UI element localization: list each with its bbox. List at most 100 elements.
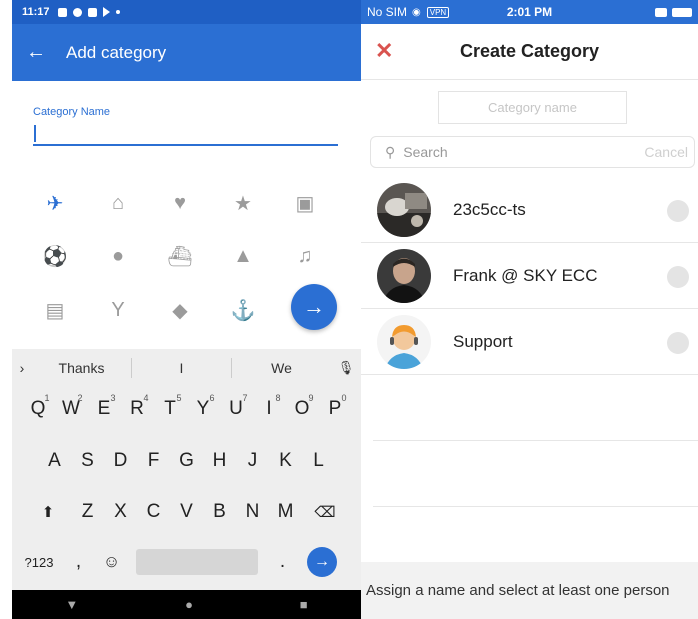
close-icon[interactable]: ✕ bbox=[375, 38, 393, 64]
diamond-icon[interactable]: ◆ bbox=[162, 292, 198, 328]
status-time: 11:17 bbox=[22, 6, 50, 18]
keyboard: › Thanks I We 🎙 Q1 W2 E3 R4 T5 Y6 U7 I8 … bbox=[12, 349, 361, 590]
category-name-input[interactable] bbox=[33, 122, 338, 146]
key-row-1: Q1 W2 E3 R4 T5 Y6 U7 I8 O9 P0 bbox=[12, 389, 361, 429]
contact-row[interactable]: Frank @ SKY ECC bbox=[361, 243, 698, 309]
comma-key[interactable]: , bbox=[62, 542, 95, 582]
cocktail-icon[interactable]: Y bbox=[100, 292, 136, 328]
select-radio[interactable] bbox=[667, 266, 689, 288]
suggestion-2[interactable]: I bbox=[132, 360, 231, 376]
home-nav-icon[interactable]: ● bbox=[185, 597, 193, 612]
page-title: Create Category bbox=[459, 41, 600, 61]
android-screen: 11:17 ∞ ▼ ← Add category Category Name ✈ bbox=[0, 0, 361, 619]
briefcase-icon[interactable]: ▣ bbox=[287, 185, 323, 221]
key-d[interactable]: D bbox=[104, 441, 137, 481]
period-key[interactable]: . bbox=[266, 542, 299, 582]
baseball-icon[interactable]: ● bbox=[100, 238, 136, 274]
select-radio[interactable] bbox=[667, 332, 689, 354]
category-name-label: Category Name bbox=[33, 106, 111, 118]
text-caret bbox=[34, 125, 36, 142]
key-u[interactable]: U7 bbox=[220, 389, 253, 429]
avatar bbox=[377, 314, 431, 369]
key-i[interactable]: I8 bbox=[253, 389, 286, 429]
cancel-button[interactable]: Cancel bbox=[644, 144, 688, 160]
key-f[interactable]: F bbox=[137, 441, 170, 481]
footer-hint: Assign a name and select at least one pe… bbox=[361, 562, 698, 619]
suggestion-1[interactable]: Thanks bbox=[32, 360, 131, 376]
contact-row[interactable]: 23c5cc-ts bbox=[361, 177, 698, 243]
arrow-right-icon: → bbox=[303, 294, 325, 319]
key-w[interactable]: W2 bbox=[55, 389, 88, 429]
key-j[interactable]: J bbox=[236, 441, 269, 481]
play-icon bbox=[102, 7, 110, 17]
suggestion-strip: › Thanks I We 🎙 bbox=[12, 349, 361, 387]
search-icon: ⚲ bbox=[385, 143, 396, 160]
sync-icon bbox=[72, 7, 82, 17]
back-nav-icon[interactable]: ▼ bbox=[65, 597, 78, 612]
space-key[interactable] bbox=[136, 549, 258, 575]
key-p[interactable]: P0 bbox=[319, 389, 352, 429]
key-t[interactable]: T5 bbox=[154, 389, 187, 429]
emoji-key[interactable]: ☺ bbox=[95, 542, 128, 582]
nav-bar: ✕ Create Category bbox=[361, 24, 698, 80]
key-z[interactable]: Z bbox=[71, 492, 104, 532]
dot-icon bbox=[115, 10, 120, 14]
soccer-icon[interactable]: ⚽ bbox=[37, 238, 73, 274]
music-icon[interactable]: ♫ bbox=[287, 238, 323, 274]
key-e[interactable]: E3 bbox=[88, 389, 121, 429]
search-bar[interactable]: ⚲ Search Cancel bbox=[370, 136, 695, 168]
ship-icon[interactable]: ⛴ bbox=[162, 238, 198, 274]
search-input[interactable]: Search bbox=[403, 144, 447, 160]
key-x[interactable]: X bbox=[104, 492, 137, 532]
key-y[interactable]: Y6 bbox=[187, 389, 220, 429]
recents-nav-icon[interactable]: ■ bbox=[300, 597, 308, 612]
key-o[interactable]: O9 bbox=[286, 389, 319, 429]
screenshot: 11:17 ∞ ▼ ← Add category Category Name ✈ bbox=[0, 0, 698, 619]
key-s[interactable]: S bbox=[71, 441, 104, 481]
key-a[interactable]: A bbox=[38, 441, 71, 481]
category-name-input[interactable]: Category name bbox=[438, 91, 627, 124]
list-divider bbox=[373, 506, 698, 507]
ios-screen: No SIM ◉ VPN 2:01 PM ✕ Create Category C… bbox=[361, 0, 698, 619]
message-icon bbox=[87, 7, 97, 17]
chevron-right-icon[interactable]: › bbox=[12, 360, 32, 376]
next-button[interactable]: → bbox=[291, 284, 337, 330]
key-g[interactable]: G bbox=[170, 441, 203, 481]
contact-row[interactable]: Support bbox=[361, 309, 698, 375]
microphone-icon[interactable]: 🎙 bbox=[331, 360, 361, 376]
star-icon[interactable]: ★ bbox=[225, 185, 261, 221]
contact-name: Support bbox=[453, 331, 513, 351]
avatar bbox=[377, 248, 431, 303]
wifi-icon: ◉ bbox=[412, 6, 421, 18]
home-icon[interactable]: ⌂ bbox=[100, 185, 136, 221]
key-b[interactable]: B bbox=[203, 492, 236, 532]
shift-key[interactable]: ⬆ bbox=[25, 492, 71, 532]
key-m[interactable]: M bbox=[269, 492, 302, 532]
heart-icon[interactable]: ♥ bbox=[162, 185, 198, 221]
battery-icon bbox=[672, 7, 692, 17]
contact-name: 23c5cc-ts bbox=[453, 199, 526, 219]
key-c[interactable]: C bbox=[137, 492, 170, 532]
contact-name: Frank @ SKY ECC bbox=[453, 265, 598, 285]
beer-icon[interactable]: ▤ bbox=[37, 292, 73, 328]
select-radio[interactable] bbox=[667, 200, 689, 222]
carrier-label: No SIM bbox=[367, 5, 408, 19]
key-row-4: ?123 , ☺ . → bbox=[12, 542, 361, 582]
key-h[interactable]: H bbox=[203, 441, 236, 481]
key-k[interactable]: K bbox=[269, 441, 302, 481]
vpn-badge: VPN bbox=[426, 6, 450, 18]
anchor-icon[interactable]: ⚓ bbox=[225, 292, 261, 328]
back-arrow-icon[interactable]: ← bbox=[26, 41, 46, 64]
airplane-icon[interactable]: ✈ bbox=[37, 185, 73, 221]
key-l[interactable]: L bbox=[302, 441, 335, 481]
backspace-key[interactable]: ⌫ bbox=[302, 492, 348, 532]
key-r[interactable]: R4 bbox=[121, 389, 154, 429]
avatar bbox=[377, 182, 431, 237]
symbols-key[interactable]: ?123 bbox=[16, 542, 62, 582]
key-n[interactable]: N bbox=[236, 492, 269, 532]
suggestion-3[interactable]: We bbox=[232, 360, 331, 376]
enter-key[interactable]: → bbox=[307, 547, 337, 577]
mountain-icon[interactable]: ▲ bbox=[225, 238, 261, 274]
key-q[interactable]: Q1 bbox=[22, 389, 55, 429]
key-v[interactable]: V bbox=[170, 492, 203, 532]
